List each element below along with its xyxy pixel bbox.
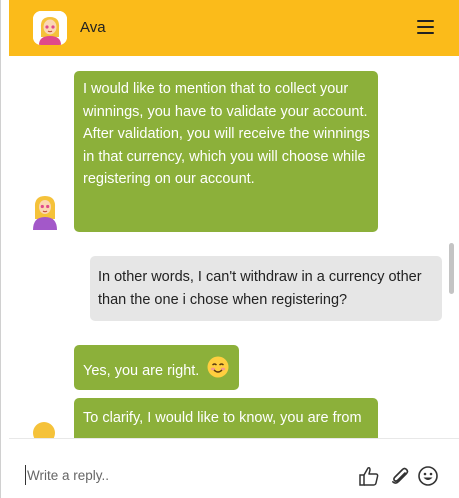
hamburger-menu-icon[interactable] (415, 16, 435, 40)
agent-name: Ava (80, 19, 106, 36)
reply-composer (9, 438, 459, 498)
paperclip-icon[interactable] (389, 465, 411, 487)
agent-message: To clarify, I would like to know, you ar… (74, 398, 378, 438)
emoji-icon[interactable] (417, 465, 439, 487)
user-message: In other words, I can't withdraw in a cu… (90, 256, 442, 321)
chat-scrollbar[interactable] (449, 243, 454, 294)
chat-widget: Ava I would like to mention that to coll… (0, 0, 459, 498)
smiling-face-icon (207, 356, 229, 378)
agent-avatar (33, 11, 67, 45)
female-agent-avatar-icon (33, 196, 57, 230)
thumbs-up-icon[interactable] (358, 465, 380, 487)
female-agent-avatar-icon (33, 422, 55, 438)
chat-header: Ava (9, 0, 459, 56)
female-agent-avatar-icon (33, 11, 67, 45)
agent-message-text: Yes, you are right. (83, 363, 200, 379)
message-list: I would like to mention that to collect … (9, 56, 459, 438)
reply-input[interactable] (25, 465, 325, 485)
agent-message: I would like to mention that to collect … (74, 71, 378, 232)
agent-message: Yes, you are right. (74, 345, 239, 390)
